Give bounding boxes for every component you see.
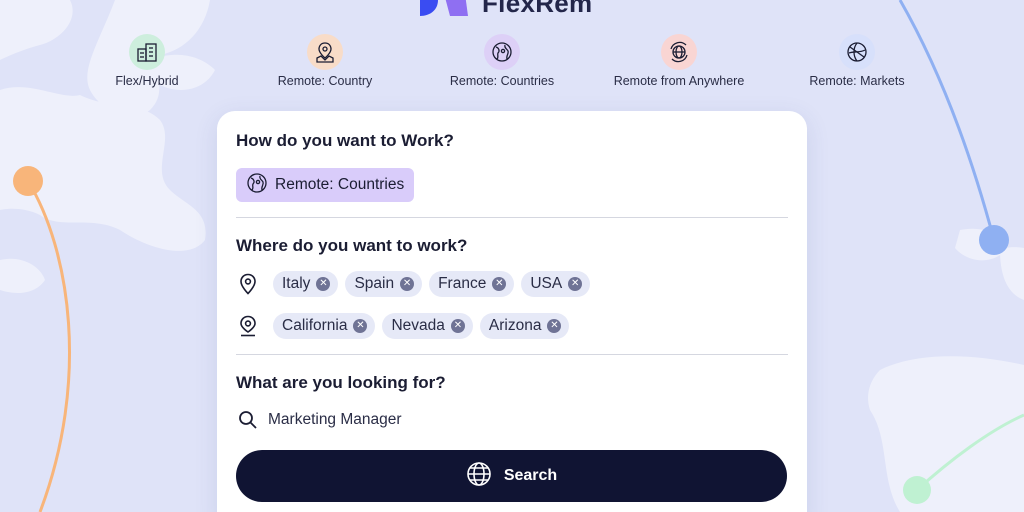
work-type-remote-countries[interactable]: Remote: Countries [417,34,587,88]
what-title: What are you looking for? [236,373,446,392]
tag-label: Italy [282,275,311,292]
buildings-icon [129,34,165,70]
location-tag-italy: Italy ✕ [273,271,339,297]
selected-work-type-label: Remote: Countries [275,176,405,193]
map-pin-icon [236,273,260,295]
brand-name: FlexRem [482,0,593,18]
job-search-field[interactable]: Marketing Manager [236,410,788,430]
remove-tag-icon[interactable]: ✕ [492,277,507,291]
work-type-remote-anywhere[interactable]: Remote from Anywhere [594,34,764,88]
map-pin-icon [307,34,343,70]
work-type-label: Flex/Hybrid [115,74,179,88]
regions-row: California ✕ Nevada ✕ Arizona ✕ [236,313,788,339]
remove-tag-icon[interactable]: ✕ [450,319,465,333]
tag-label: USA [530,275,563,292]
search-icon [236,410,260,430]
divider [236,217,788,218]
location-tag-spain: Spain ✕ [345,271,423,297]
divider [236,354,788,355]
tag-label: France [438,275,487,292]
selected-work-type-chip[interactable]: Remote: Countries [236,168,415,202]
search-query[interactable]: Marketing Manager [268,411,402,429]
tag-label: Spain [354,275,395,292]
search-button[interactable]: Search [236,450,787,502]
tag-label: Arizona [488,317,542,334]
work-type-label: Remote from Anywhere [613,74,745,88]
work-type-label: Remote: Countries [449,74,555,88]
remove-tag-icon[interactable]: ✕ [353,319,368,333]
countries-row: Italy ✕ Spain ✕ France ✕ USA ✕ [236,271,788,297]
location-marker-icon [236,315,260,337]
location-tag-nevada: Nevada ✕ [382,313,473,339]
globe-icon [466,461,492,492]
globe-pin-icon [246,172,268,199]
work-type-remote-country[interactable]: Remote: Country [240,34,410,88]
work-type-remote-markets[interactable]: Remote: Markets [772,34,942,88]
remove-tag-icon[interactable]: ✕ [400,277,415,291]
location-tag-usa: USA ✕ [521,271,591,297]
search-card: How do you want to Work? Remote: Countri… [217,111,807,512]
location-tag-france: France ✕ [429,271,515,297]
location-tag-arizona: Arizona ✕ [479,313,570,339]
globe-icon [839,34,875,70]
logo-icon [420,0,468,16]
globe-orbit-icon [661,34,697,70]
remove-tag-icon[interactable]: ✕ [568,277,583,291]
work-type-label: Remote: Markets [809,74,905,88]
work-type-label: Remote: Country [277,74,373,88]
how-title: How do you want to Work? [236,131,454,150]
tag-label: California [282,317,348,334]
remove-tag-icon[interactable]: ✕ [316,277,331,291]
location-tag-california: California ✕ [273,313,376,339]
work-type-flex-hybrid[interactable]: Flex/Hybrid [62,34,232,88]
where-title: Where do you want to work? [236,236,468,255]
brand-logo[interactable]: FlexRem [420,0,592,20]
search-button-label: Search [503,467,558,484]
remove-tag-icon[interactable]: ✕ [547,319,562,333]
globe-pin-icon [484,34,520,70]
work-type-selector: Flex/Hybrid Remote: Country Remote: Coun… [0,34,1024,94]
tag-label: Nevada [391,317,445,334]
